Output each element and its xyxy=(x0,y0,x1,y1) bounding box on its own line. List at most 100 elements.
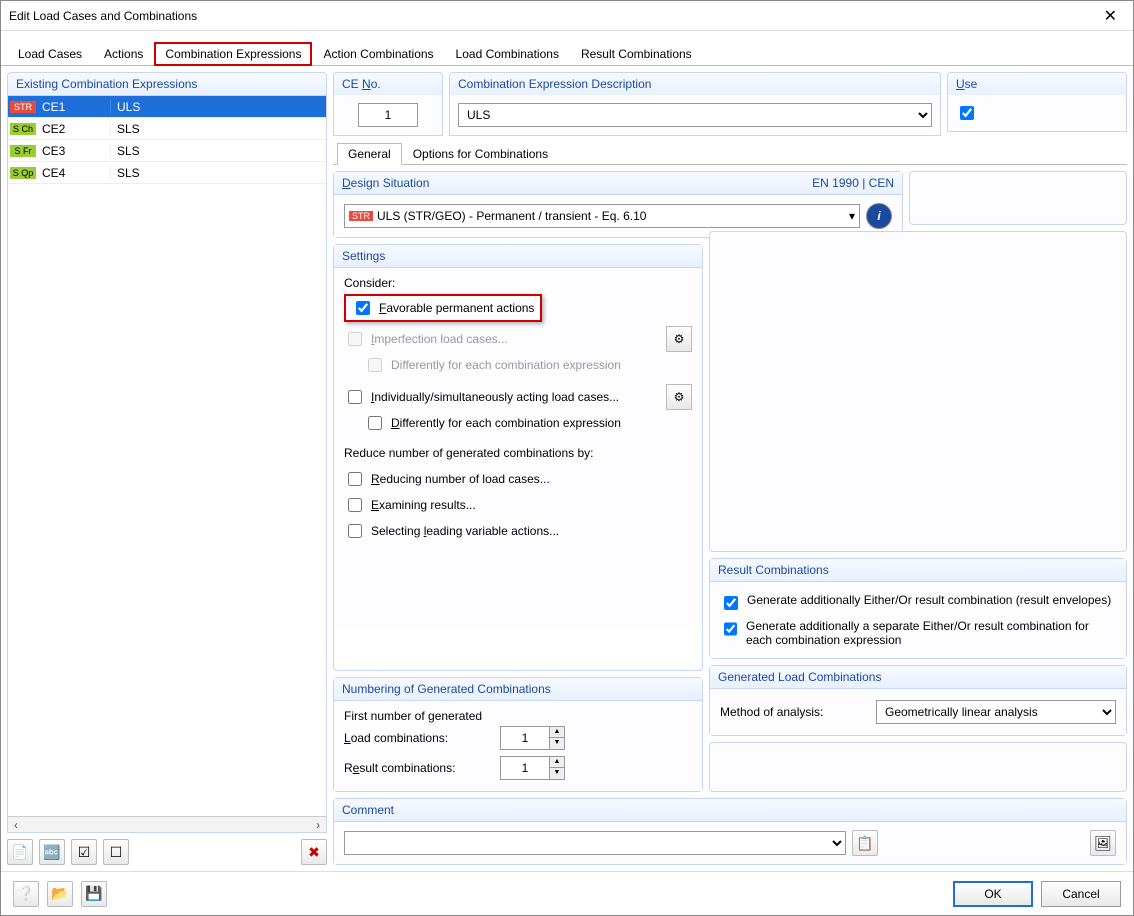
ce-code: CE1 xyxy=(38,100,110,114)
favorable-permanent-checkbox[interactable] xyxy=(356,301,370,315)
examining-checkbox[interactable] xyxy=(348,498,362,512)
diff-each-2-checkbox[interactable] xyxy=(368,416,382,430)
bottom-right-placeholder xyxy=(709,742,1127,792)
tab-options[interactable]: Options for Combinations xyxy=(402,143,559,165)
close-icon[interactable]: ✕ xyxy=(1096,6,1125,26)
result-combinations-header: Result Combinations xyxy=(718,563,829,577)
ce-code: CE3 xyxy=(38,144,110,158)
numbering-header: Numbering of Generated Combinations xyxy=(342,682,551,696)
favorable-permanent-label: Favorable permanent actions xyxy=(379,301,534,315)
tab-load-combinations[interactable]: Load Combinations xyxy=(445,42,570,66)
list-item[interactable]: S Ch CE2 SLS xyxy=(8,118,326,140)
inner-tabs: General Options for Combinations xyxy=(333,142,1127,165)
reducing-checkbox[interactable] xyxy=(348,472,362,486)
help-button[interactable]: ❔ xyxy=(13,881,39,907)
load-combinations-label: Load combinations: xyxy=(344,731,494,745)
diff-each-1-label: Differently for each combination express… xyxy=(391,358,621,372)
reduce-header: Reduce number of generated combinations … xyxy=(344,446,692,460)
numbering-group: Numbering of Generated Combinations Firs… xyxy=(333,677,703,792)
individually-label: Individually/simultaneously acting load … xyxy=(371,390,619,404)
settings-group: Settings Consider: Favorable permanent a… xyxy=(333,244,703,671)
type-badge: S Ch xyxy=(10,123,36,135)
gen-either-or-checkbox[interactable] xyxy=(724,596,738,610)
type-badge: STR xyxy=(349,211,373,221)
gen-separate-either-or-checkbox[interactable] xyxy=(724,622,737,636)
ce-no-input[interactable] xyxy=(358,103,418,127)
comment-group: Comment 📋 🖼 xyxy=(333,798,1127,865)
scroll-right-icon[interactable]: › xyxy=(310,818,326,832)
type-badge: S Fr xyxy=(10,145,36,157)
delete-button[interactable]: ✖ xyxy=(301,839,327,865)
selecting-checkbox[interactable] xyxy=(348,524,362,538)
tab-combination-expressions[interactable]: Combination Expressions xyxy=(154,42,312,66)
result-combinations-label: Result combinations: xyxy=(344,761,494,775)
list-item[interactable]: S Qp CE4 SLS xyxy=(8,162,326,184)
main-tabs: Load Cases Actions Combination Expressio… xyxy=(1,31,1133,66)
gen-either-or-label: Generate additionally Either/Or result c… xyxy=(747,593,1111,607)
imperfection-checkbox xyxy=(348,332,362,346)
cancel-button[interactable]: Cancel xyxy=(1041,881,1121,907)
result-combinations-group: Result Combinations Generate additionall… xyxy=(709,558,1127,659)
ce-desc-label: Combination Expression Description xyxy=(449,72,941,95)
top-right-placeholder xyxy=(909,171,1127,225)
design-situation-label: Design Situation xyxy=(342,176,429,190)
ce-desc-select[interactable]: ULS xyxy=(458,103,932,127)
imperfection-label: Imperfection load cases... xyxy=(371,332,508,346)
sort-button[interactable]: 🔤 xyxy=(39,839,65,865)
first-number-label: First number of generated xyxy=(344,709,692,723)
check-all-button[interactable]: ☑ xyxy=(71,839,97,865)
uncheck-all-button[interactable]: ☐ xyxy=(103,839,129,865)
gen-separate-either-or-label: Generate additionally a separate Either/… xyxy=(746,619,1116,647)
horizontal-scrollbar[interactable]: ‹ › xyxy=(8,816,326,832)
reducing-label: Reducing number of load cases... xyxy=(371,472,550,486)
comment-image-button[interactable]: 🖼 xyxy=(1090,830,1116,856)
method-select[interactable]: Geometrically linear analysis xyxy=(876,700,1116,724)
type-badge: STR xyxy=(10,101,36,113)
open-button[interactable]: 📂 xyxy=(47,881,73,907)
ce-desc: SLS xyxy=(110,144,326,158)
spinner-up-icon[interactable]: ▲ xyxy=(550,757,564,768)
ce-code: CE2 xyxy=(38,122,110,136)
existing-expressions-list[interactable]: STR CE1 ULS S Ch CE2 SLS S Fr CE3 SLS S … xyxy=(7,95,327,833)
existing-expressions-header: Existing Combination Expressions xyxy=(7,72,327,95)
save-button[interactable]: 💾 xyxy=(81,881,107,907)
use-checkbox[interactable] xyxy=(960,106,974,120)
load-combinations-spinner[interactable] xyxy=(500,726,550,750)
ce-desc: SLS xyxy=(110,122,326,136)
spinner-down-icon[interactable]: ▼ xyxy=(550,738,564,749)
tab-load-cases[interactable]: Load Cases xyxy=(7,42,93,66)
type-badge: S Qp xyxy=(10,167,36,179)
result-combinations-spinner[interactable] xyxy=(500,756,550,780)
method-label: Method of analysis: xyxy=(720,705,870,719)
settings-header: Settings xyxy=(342,249,385,263)
spinner-up-icon[interactable]: ▲ xyxy=(550,727,564,738)
tab-actions[interactable]: Actions xyxy=(93,42,154,66)
list-item[interactable]: S Fr CE3 SLS xyxy=(8,140,326,162)
tab-action-combinations[interactable]: Action Combinations xyxy=(312,42,444,66)
spinner-down-icon[interactable]: ▼ xyxy=(550,768,564,779)
individually-checkbox[interactable] xyxy=(348,390,362,404)
comment-pick-button[interactable]: 📋 xyxy=(852,830,878,856)
list-item[interactable]: STR CE1 ULS xyxy=(8,96,326,118)
diff-each-2-label: Differently for each combination express… xyxy=(391,416,621,430)
ce-code: CE4 xyxy=(38,166,110,180)
selecting-label: Selecting leading variable actions... xyxy=(371,524,559,538)
consider-label: Consider: xyxy=(344,276,692,290)
ok-button[interactable]: OK xyxy=(953,881,1033,907)
tab-general[interactable]: General xyxy=(337,143,402,165)
use-label: Use xyxy=(947,72,1127,95)
window-title: Edit Load Cases and Combinations xyxy=(9,9,1096,23)
examining-label: Examining results... xyxy=(371,498,476,512)
ce-desc: SLS xyxy=(110,166,326,180)
preview-area xyxy=(709,231,1127,552)
new-button[interactable]: 📄 xyxy=(7,839,33,865)
individually-settings-button[interactable]: ⚙ xyxy=(666,384,692,410)
scroll-left-icon[interactable]: ‹ xyxy=(8,818,24,832)
comment-header: Comment xyxy=(342,803,394,817)
imperfection-settings-button[interactable]: ⚙ xyxy=(666,326,692,352)
generated-load-combinations-group: Generated Load Combinations Method of an… xyxy=(709,665,1127,736)
tab-result-combinations[interactable]: Result Combinations xyxy=(570,42,703,66)
ce-desc: ULS xyxy=(110,100,326,114)
generated-load-combinations-header: Generated Load Combinations xyxy=(718,670,881,684)
comment-select[interactable] xyxy=(344,831,846,855)
